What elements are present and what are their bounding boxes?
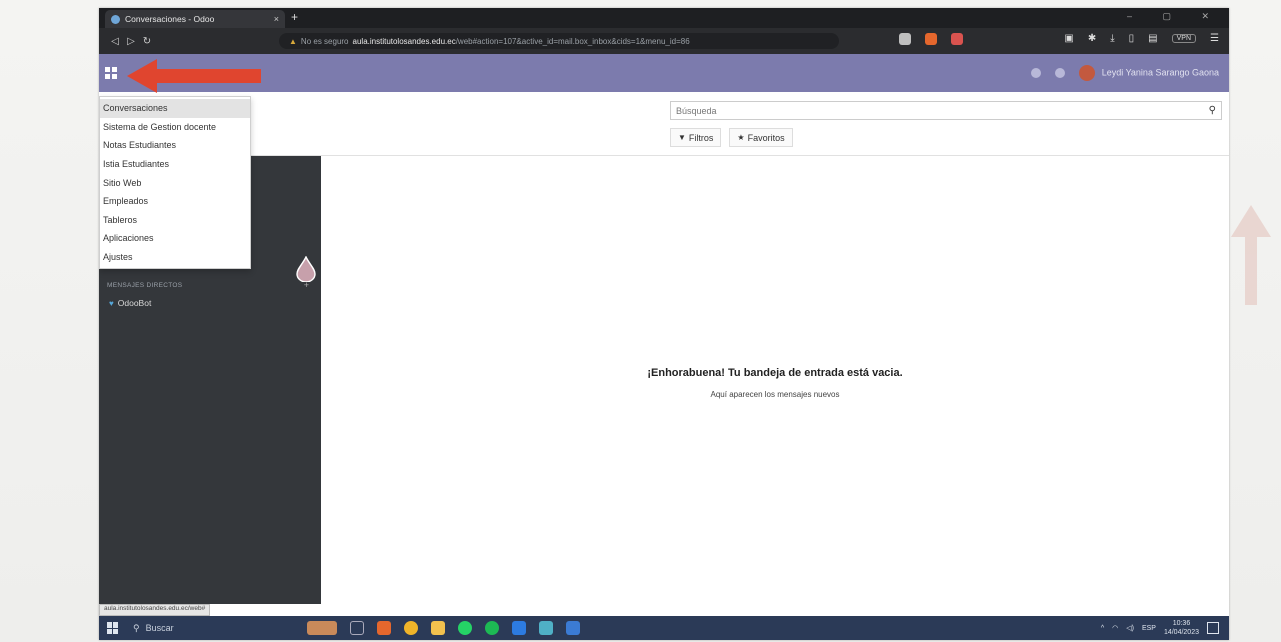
add-direct-message-icon[interactable]: + bbox=[304, 280, 309, 290]
system-tray: ^ ◠ ◁) ESP 10:36 14/04/2023 bbox=[1101, 619, 1229, 637]
direct-messages-title: MENSAJES DIRECTOS bbox=[107, 282, 183, 289]
status-bar-url: aula.institutolosandes.edu.ec/web# bbox=[99, 604, 211, 616]
red-annotation-arrow bbox=[127, 59, 261, 93]
ghost-arrow-shaft bbox=[1245, 235, 1257, 305]
tab-title: Conversaciones - Odoo bbox=[125, 14, 215, 24]
menu-item-sitio-web[interactable]: Sitio Web bbox=[100, 173, 250, 192]
back-icon[interactable]: ◁ bbox=[107, 36, 123, 47]
menu-item-empleados[interactable]: Empleados bbox=[100, 192, 250, 211]
star-icon: ★ bbox=[737, 133, 745, 142]
tray-volume-icon[interactable]: ◁) bbox=[1126, 624, 1134, 632]
notification-icon[interactable] bbox=[1207, 622, 1219, 634]
url-security-label: No es seguro bbox=[300, 36, 349, 46]
navbar-right: Leydi Yanina Sarango Gaona bbox=[1031, 65, 1229, 81]
browser-tab-strip: Conversaciones - Odoo × + – ▢ ✕ bbox=[99, 8, 1229, 28]
apps-menu-icon[interactable] bbox=[105, 67, 117, 79]
menu-item-conversaciones[interactable]: Conversaciones bbox=[100, 99, 250, 118]
clock-time: 10:36 bbox=[1172, 620, 1191, 627]
url-path: /web#action=107&active_id=mail.box_inbox… bbox=[455, 36, 690, 46]
user-menu[interactable]: Leydi Yanina Sarango Gaona bbox=[1079, 65, 1219, 81]
brave-shield-icon[interactable] bbox=[925, 33, 937, 45]
windows-taskbar: ⚲ Buscar ^ ◠ ◁) ESP 10:36 14/04/2023 bbox=[99, 616, 1229, 640]
favorites-button[interactable]: ★ Favoritos bbox=[729, 128, 793, 147]
filters-label: Filtros bbox=[688, 132, 714, 143]
tray-wifi-icon[interactable]: ◠ bbox=[1112, 624, 1118, 632]
ghost-arrow-head bbox=[1231, 205, 1271, 237]
chrome-icon[interactable] bbox=[404, 621, 418, 635]
word-icon[interactable] bbox=[512, 621, 526, 635]
brave-rewards-icon[interactable] bbox=[951, 33, 963, 45]
tray-chevron-icon[interactable]: ^ bbox=[1101, 625, 1104, 632]
tray-language[interactable]: ESP bbox=[1142, 625, 1156, 632]
clock-icon[interactable] bbox=[1055, 68, 1066, 78]
store-icon[interactable] bbox=[566, 621, 580, 635]
taskbar-apps bbox=[307, 621, 580, 635]
menu-item-gestion-docente[interactable]: Sistema de Gestion docente bbox=[100, 118, 250, 137]
address-bar[interactable]: ▲ No es seguro aula.institutolosandes.ed… bbox=[279, 33, 839, 49]
task-view-icon[interactable] bbox=[350, 621, 364, 635]
odoo-favicon-icon bbox=[111, 14, 120, 24]
control-panel: Búsqueda ⚲ ▼ Filtros ★ Favoritos bbox=[99, 92, 1229, 156]
screen: Conversaciones - Odoo × + – ▢ ✕ ◁ ▷ ↻ ▲ … bbox=[99, 8, 1229, 640]
new-tab-button[interactable]: + bbox=[291, 10, 298, 24]
odoo-drop-icon bbox=[296, 256, 316, 282]
chat-icon[interactable] bbox=[1031, 68, 1042, 78]
download-icon[interactable]: ⤓ bbox=[1110, 33, 1114, 44]
widget-icon[interactable] bbox=[307, 621, 337, 635]
url-host: aula.institutolosandes.edu.ec bbox=[352, 36, 456, 46]
menu-item-ajustes[interactable]: Ajustes bbox=[100, 248, 250, 267]
user-name: Leydi Yanina Sarango Gaona bbox=[1101, 67, 1219, 78]
whatsapp-icon[interactable] bbox=[458, 621, 472, 635]
heart-icon: ♥ bbox=[109, 298, 114, 308]
browser-tab[interactable]: Conversaciones - Odoo × bbox=[105, 10, 285, 28]
empty-inbox-subtitle: Aquí aparecen los mensajes nuevos bbox=[710, 390, 840, 399]
warning-icon: ▲ bbox=[289, 36, 297, 46]
empty-inbox-title: ¡Enhorabuena! Tu bandeja de entrada está… bbox=[647, 367, 903, 379]
window-controls[interactable]: – ▢ ✕ bbox=[1127, 11, 1223, 22]
favorites-label: Favoritos bbox=[747, 132, 785, 143]
search-input[interactable]: Búsqueda ⚲ bbox=[670, 101, 1222, 120]
search-placeholder: Búsqueda bbox=[676, 105, 717, 116]
taskbar-clock[interactable]: 10:36 14/04/2023 bbox=[1164, 619, 1199, 637]
menu-icon[interactable]: ☰ bbox=[1210, 33, 1219, 44]
clock-date: 14/04/2023 bbox=[1163, 629, 1199, 636]
main-content: ¡Enhorabuena! Tu bandeja de entrada está… bbox=[321, 156, 1229, 604]
taskbar-search-label: Buscar bbox=[145, 623, 174, 633]
file-explorer-icon[interactable] bbox=[431, 621, 445, 635]
background-ghost-arrow bbox=[1231, 205, 1271, 305]
forward-icon[interactable]: ▷ bbox=[123, 36, 139, 47]
sidebar-toggle-icon[interactable]: ▯ bbox=[1129, 33, 1135, 44]
filter-icon: ▼ bbox=[678, 133, 686, 142]
browser-toolbar: ◁ ▷ ↻ ▲ No es seguro aula.institutolosan… bbox=[99, 28, 1229, 54]
translate-icon[interactable]: ▣ bbox=[1064, 33, 1073, 44]
search-icon: ⚲ bbox=[133, 622, 140, 633]
menu-item-tableros[interactable]: Tableros bbox=[100, 211, 250, 230]
spotify-icon[interactable] bbox=[485, 621, 499, 635]
apps-dropdown-menu: Conversaciones Sistema de Gestion docent… bbox=[99, 96, 251, 270]
menu-item-lista-estudiantes[interactable]: Istia Estudiantes bbox=[100, 155, 250, 174]
app-icon[interactable] bbox=[539, 621, 553, 635]
windows-start-icon[interactable] bbox=[107, 622, 119, 634]
tab-close-icon[interactable]: × bbox=[274, 14, 279, 24]
share-icon[interactable] bbox=[899, 33, 911, 45]
filters-button[interactable]: ▼ Filtros bbox=[670, 128, 722, 147]
brave-browser-icon[interactable] bbox=[377, 621, 391, 635]
vpn-button[interactable]: VPN bbox=[1171, 34, 1197, 43]
avatar bbox=[1079, 65, 1096, 81]
browser-right-icons: ▣ ✱ ⤓ ▯ ▤ VPN ☰ bbox=[1064, 33, 1219, 44]
extensions-icon[interactable]: ✱ bbox=[1088, 33, 1096, 44]
sidebar-item-odoobot[interactable]: ♥ OdooBot bbox=[109, 298, 151, 308]
search-icon[interactable]: ⚲ bbox=[1209, 105, 1216, 116]
filter-row: ▼ Filtros ★ Favoritos bbox=[670, 128, 793, 147]
taskbar-search[interactable]: ⚲ Buscar bbox=[133, 619, 283, 637]
menu-item-notas-estudiantes[interactable]: Notas Estudiantes bbox=[100, 136, 250, 155]
extension-icons bbox=[899, 33, 963, 45]
wallet-icon[interactable]: ▤ bbox=[1148, 33, 1157, 44]
reload-icon[interactable]: ↻ bbox=[139, 36, 155, 47]
odoo-navbar: nes Leydi Yanina Sarango Gaona bbox=[99, 54, 1229, 92]
menu-item-aplicaciones[interactable]: Aplicaciones bbox=[100, 229, 250, 248]
sidebar-item-label: OdooBot bbox=[117, 298, 152, 308]
